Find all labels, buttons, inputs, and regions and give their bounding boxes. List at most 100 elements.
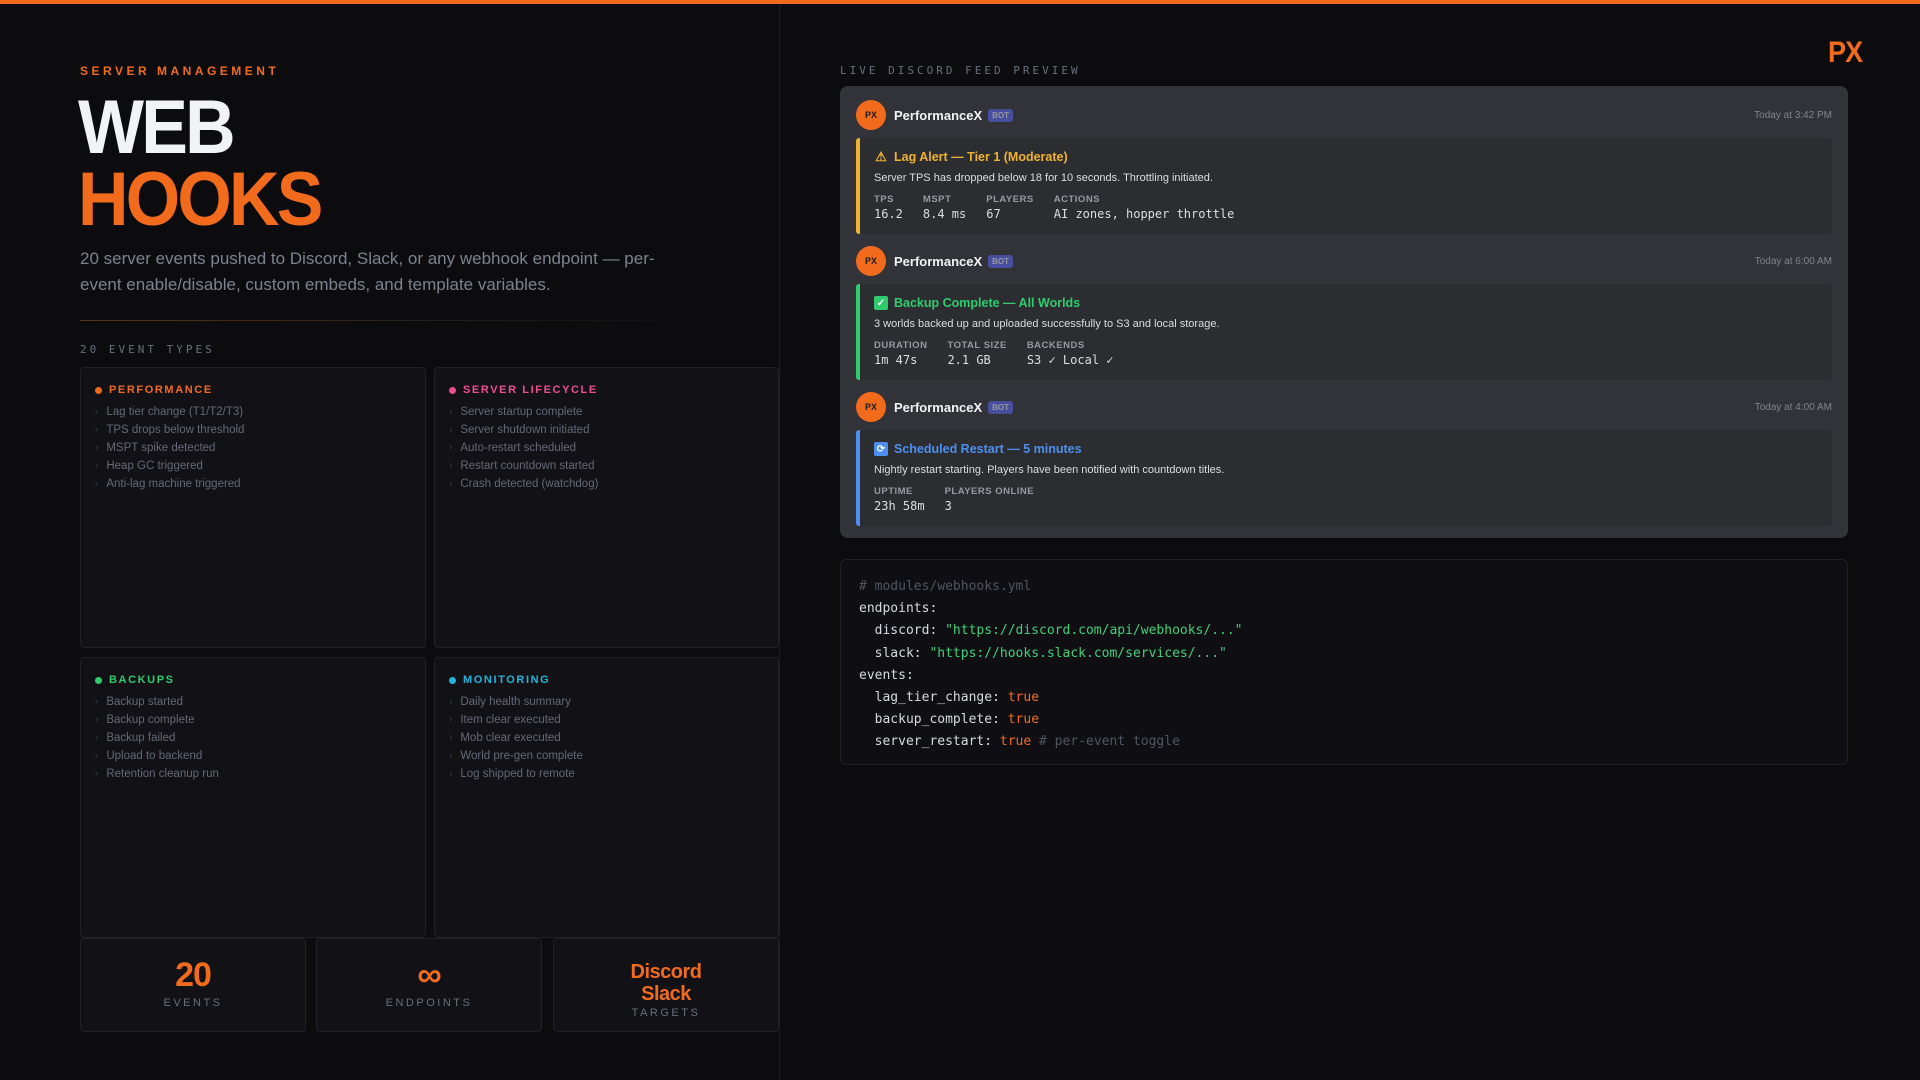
chevron-right-icon: › (449, 442, 453, 453)
embed-field: ACTIONS AI zones, hopper throttle (1054, 194, 1235, 221)
code-key: endpoints: (859, 601, 938, 617)
embed-title-text: Lag Alert — Tier 1 (Moderate) (894, 150, 1068, 164)
embed-field: TPS 16.2 (874, 194, 903, 221)
timestamp: Today at 3:42 PM (1754, 109, 1832, 121)
event-item-label: Backup failed (106, 732, 176, 744)
field-value: 1m 47s (874, 353, 918, 367)
code-comment: # modules/webhooks.yml (859, 579, 1032, 594)
chevron-right-icon: › (95, 714, 99, 725)
stat-label: ENDPOINTS (385, 997, 473, 1009)
event-item-label: Mob clear executed (460, 732, 561, 744)
page-description: 20 server events pushed to Discord, Slac… (80, 249, 655, 294)
field-name: TPS (874, 194, 894, 205)
stat-value: ∞ (417, 956, 441, 994)
field-value: 3 (944, 499, 952, 513)
event-item: › World pre-gen complete (449, 747, 764, 765)
chevron-right-icon: › (449, 406, 453, 417)
field-name: ACTIONS (1053, 194, 1101, 205)
stat-value: Discord Slack (554, 961, 778, 1005)
message-header: PX PerformanceX BOT Today at 6:00 AM (856, 246, 1832, 276)
event-list: › Server startup complete › Server shutdown… (449, 403, 764, 493)
field-name: DURATION (874, 340, 928, 351)
timestamp: Today at 4:00 AM (1754, 401, 1832, 413)
embed-description: Nightly restart starting. Players have b… (874, 464, 1225, 476)
chevron-right-icon: › (95, 406, 99, 417)
event-item: › Anti-lag machine triggered (95, 475, 411, 493)
event-list: › Lag tier change (T1/T2/T3) › TPS drops be… (95, 403, 411, 493)
event-item-label: Daily health summary (460, 696, 571, 708)
event-item-label: Upload to backend (106, 750, 203, 762)
code-key: backup_complete: (859, 712, 1008, 728)
chevron-right-icon: › (449, 478, 453, 489)
embed-title: ⚠ Lag Alert — Tier 1 (Moderate) (874, 149, 1818, 164)
stat-label: EVENTS (163, 997, 223, 1009)
embed-title-text: Scheduled Restart — 5 minutes (894, 442, 1082, 456)
section-divider (80, 320, 740, 321)
field-name: UPTIME (874, 486, 913, 497)
eyebrow-label: SERVER MANAGEMENT (80, 64, 280, 78)
stat-events: 20 EVENTS (80, 938, 306, 1032)
bot-badge: BOT (988, 400, 1014, 414)
field-value: 16.2 (874, 207, 903, 221)
event-item-label: Retention cleanup run (106, 768, 219, 780)
field-value: S3 ✓ Local ✓ (1026, 353, 1114, 367)
chevron-right-icon: › (449, 768, 453, 779)
chevron-right-icon: › (95, 696, 99, 707)
event-item: › Daily health summary (449, 693, 764, 711)
timestamp: Today at 6:00 AM (1754, 255, 1832, 267)
chevron-right-icon: › (95, 460, 99, 471)
chevron-right-icon: › (95, 768, 99, 779)
stat-value-line-2: Slack (641, 983, 691, 1005)
bullet-dot-icon (95, 386, 102, 394)
code-key: slack: (859, 645, 930, 661)
avatar[interactable]: PX (856, 100, 886, 130)
event-item-label: Item clear executed (460, 714, 561, 726)
config-code-block: # modules/webhooks.yml endpoints: discor… (840, 559, 1848, 765)
username[interactable]: PerformanceX (894, 254, 982, 269)
code-key: discord: (859, 623, 946, 639)
category-card: PERFORMANCE › Lag tier change (T1/T2/T3) › T… (80, 367, 426, 648)
embed-field: MSPT 8.4 ms (923, 194, 966, 221)
event-item: › Upload to backend (95, 747, 411, 765)
field-name: TOTAL SIZE (947, 340, 1007, 351)
avatar[interactable]: PX (856, 246, 886, 276)
bullet-dot-icon (95, 676, 102, 684)
category-title: MONITORING (449, 674, 764, 686)
chevron-right-icon: › (95, 750, 99, 761)
event-item: › Item clear executed (449, 711, 764, 729)
stat-value-line-1: Discord (630, 961, 702, 983)
field-name: MSPT (922, 194, 952, 205)
bot-badge: BOT (988, 254, 1014, 268)
embed: ⟳ Scheduled Restart — 5 minutes Nightly re… (856, 430, 1832, 526)
event-item-label: Crash detected (watchdog) (460, 478, 599, 490)
embed-field: PLAYERS ONLINE 3 (945, 486, 1035, 513)
check-box-icon: ✓ (874, 296, 888, 310)
event-item: › Backup complete (95, 711, 411, 729)
category-title: SERVER LIFECYCLE (449, 384, 764, 396)
chevron-right-icon: › (449, 460, 453, 471)
field-value: 8.4 ms (922, 207, 967, 221)
chevron-right-icon: › (449, 750, 453, 761)
field-name: PLAYERS (986, 194, 1034, 205)
code-bool: true (1007, 690, 1040, 706)
code-string: "https://hooks.slack.com/services/..." (929, 645, 1227, 661)
event-item: › Log shipped to remote (449, 765, 764, 783)
field-value: AI zones, hopper throttle (1053, 207, 1235, 221)
username[interactable]: PerformanceX (894, 108, 982, 123)
title-line-1: WEB (78, 85, 236, 170)
event-item: › Mob clear executed (449, 729, 764, 747)
chevron-right-icon: › (449, 732, 453, 743)
message-header: PX PerformanceX BOT Today at 3:42 PM (856, 100, 1832, 130)
event-item-label: Anti-lag machine triggered (106, 478, 241, 490)
event-item: › Backup started (95, 693, 411, 711)
title-line-2: HOOKS (78, 157, 323, 242)
column-divider (779, 4, 780, 1080)
field-name: PLAYERS ONLINE (944, 486, 1035, 497)
embed-field: UPTIME 23h 58m (874, 486, 925, 513)
event-item: › Retention cleanup run (95, 765, 411, 783)
embed-field: BACKENDS S3 ✓ Local ✓ (1027, 340, 1114, 367)
embed-fields: DURATION 1m 47s TOTAL SIZE 2.1 GB BACKENDS S3… (874, 340, 1818, 367)
avatar[interactable]: PX (856, 392, 886, 422)
event-item: › Lag tier change (T1/T2/T3) (95, 403, 411, 421)
username[interactable]: PerformanceX (894, 400, 982, 415)
